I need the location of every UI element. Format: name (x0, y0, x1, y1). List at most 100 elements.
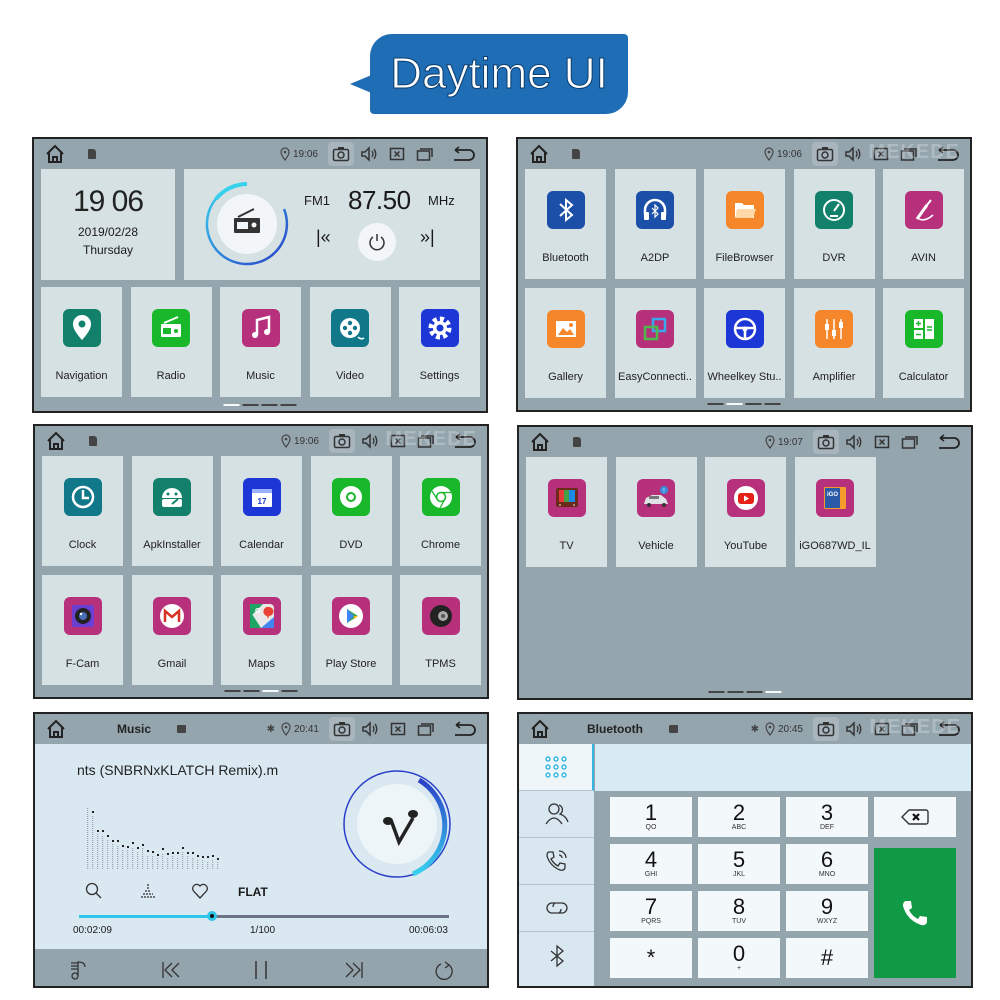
page-dot[interactable] (726, 403, 743, 405)
app-tile-music[interactable]: Music (220, 287, 301, 397)
page-dot[interactable] (261, 404, 278, 406)
home-icon[interactable] (44, 143, 66, 165)
page-dot[interactable] (243, 690, 260, 692)
home-icon[interactable] (45, 430, 67, 452)
playlist-icon[interactable] (69, 959, 91, 986)
app-tile-f-cam[interactable]: F-Cam (42, 575, 123, 685)
radio-power-button[interactable] (358, 223, 396, 261)
app-tile-wheelkey-stu[interactable]: Wheelkey Stu.. (704, 288, 785, 398)
page-dot[interactable] (262, 690, 279, 692)
backspace-button[interactable] (874, 797, 956, 837)
eq-preset[interactable]: FLAT (238, 885, 268, 899)
app-tile-bluetooth[interactable]: Bluetooth (525, 169, 606, 279)
app-tile-dvr[interactable]: DVR (793, 169, 875, 279)
home-icon[interactable] (529, 718, 551, 740)
dial-key[interactable]: * (610, 938, 692, 978)
sidebar-item-call-log[interactable] (519, 838, 594, 885)
close-app-icon[interactable] (868, 142, 894, 166)
dial-key[interactable]: 9 WXYZ (786, 891, 868, 931)
volume-icon[interactable] (356, 142, 382, 166)
dial-key[interactable]: 5 JKL (698, 844, 780, 884)
back-icon[interactable] (451, 717, 477, 741)
close-app-icon[interactable] (385, 717, 411, 741)
back-icon[interactable] (935, 430, 961, 454)
dial-key[interactable]: 2 ABC (698, 797, 780, 837)
radio-prev-button[interactable]: |« (316, 227, 331, 248)
app-tile-maps[interactable]: G Maps (221, 575, 302, 685)
dial-key[interactable]: 3 DEF (786, 797, 868, 837)
volume-icon[interactable] (357, 429, 383, 453)
back-icon[interactable] (934, 142, 960, 166)
home-icon[interactable] (529, 431, 551, 453)
page-dot[interactable] (708, 691, 725, 693)
page-dot[interactable] (223, 404, 240, 406)
previous-track-button[interactable] (160, 959, 182, 986)
page-dot[interactable] (764, 403, 781, 405)
screenshot-camera-icon[interactable] (813, 430, 839, 454)
page-dot[interactable] (765, 691, 782, 693)
back-icon[interactable] (451, 429, 477, 453)
app-tile-a2dp[interactable]: A2DP (614, 169, 696, 279)
volume-icon[interactable] (841, 430, 867, 454)
recent-apps-icon[interactable] (413, 429, 439, 453)
app-tile-calculator[interactable]: Calculator (883, 288, 964, 398)
sidebar-item-contacts[interactable] (519, 791, 594, 838)
dial-key[interactable]: 6 MNO (786, 844, 868, 884)
recent-apps-icon[interactable] (412, 142, 438, 166)
page-dot[interactable] (281, 690, 298, 692)
app-tile-tv[interactable]: TV (526, 457, 607, 567)
clock-widget[interactable]: 19 06 2019/02/28 Thursday (41, 169, 175, 280)
page-dot[interactable] (727, 691, 744, 693)
volume-icon[interactable] (357, 717, 383, 741)
app-tile-chrome[interactable]: Chrome (400, 456, 481, 566)
recent-apps-icon[interactable] (897, 430, 923, 454)
dial-key[interactable]: 4 GHI (610, 844, 692, 884)
app-tile-avin[interactable]: AVIN (883, 169, 964, 279)
screenshot-camera-icon[interactable] (328, 142, 354, 166)
app-tile-amplifier[interactable]: Amplifier (793, 288, 875, 398)
home-icon[interactable] (528, 143, 550, 165)
app-tile-calendar[interactable]: 17 Calendar (221, 456, 302, 566)
dial-key[interactable]: 1 QO (610, 797, 692, 837)
recent-apps-icon[interactable] (413, 717, 439, 741)
app-tile-radio[interactable]: Radio (130, 287, 212, 397)
close-app-icon[interactable] (869, 430, 895, 454)
app-tile-apkinstaller[interactable]: ApkInstaller (131, 456, 213, 566)
app-tile-dvd[interactable]: DVD (310, 456, 392, 566)
screenshot-camera-icon[interactable] (812, 142, 838, 166)
app-tile-easyconnecti[interactable]: EasyConnecti.. (614, 288, 696, 398)
app-tile-play-store[interactable]: Play Store (310, 575, 392, 685)
seek-bar[interactable] (79, 911, 449, 921)
close-app-icon[interactable] (385, 429, 411, 453)
home-icon[interactable] (45, 718, 67, 740)
favorite-heart-icon[interactable] (191, 882, 209, 905)
app-tile-video[interactable]: Video (309, 287, 391, 397)
screenshot-camera-icon[interactable] (329, 717, 355, 741)
app-tile-gallery[interactable]: Gallery (525, 288, 606, 398)
app-tile-gmail[interactable]: Gmail (131, 575, 213, 685)
page-dot[interactable] (707, 403, 724, 405)
app-tile-vehicle[interactable]: ! Vehicle (615, 457, 697, 567)
app-tile-filebrowser[interactable]: FileBrowser (704, 169, 785, 279)
close-app-icon[interactable] (384, 142, 410, 166)
dial-key[interactable]: # (786, 938, 868, 978)
volume-icon[interactable] (840, 142, 866, 166)
page-dot[interactable] (224, 690, 241, 692)
dial-key[interactable]: 7 PQRS (610, 891, 692, 931)
repeat-icon[interactable] (433, 959, 455, 986)
page-dot[interactable] (745, 403, 762, 405)
call-button[interactable] (874, 848, 956, 978)
next-track-button[interactable] (343, 959, 365, 986)
app-tile-tpms[interactable]: TPMS (400, 575, 481, 685)
page-dot[interactable] (280, 404, 297, 406)
seek-bar-handle[interactable] (207, 911, 218, 921)
app-tile-clock[interactable]: Clock (42, 456, 123, 566)
screenshot-camera-icon[interactable] (329, 429, 355, 453)
sidebar-item-pairing[interactable] (519, 885, 594, 932)
page-dot[interactable] (242, 404, 259, 406)
equalizer-icon[interactable] (139, 882, 157, 905)
app-tile-youtube[interactable]: YouTube (705, 457, 786, 567)
search-icon[interactable] (85, 882, 103, 905)
pause-button[interactable] (250, 959, 272, 986)
volume-icon[interactable] (841, 717, 867, 741)
